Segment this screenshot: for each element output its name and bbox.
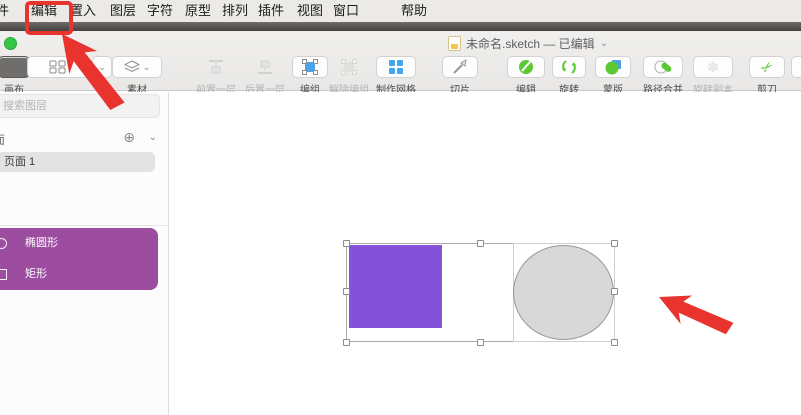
blue-grid-icon (389, 60, 404, 75)
search-input[interactable] (0, 94, 160, 118)
tool-bring-forward: 前置一层 (191, 56, 241, 96)
tool-cutoff-right[interactable] (791, 56, 801, 78)
collapse-pages-icon[interactable]: ⌄ (149, 132, 157, 143)
tool-rotate-copies: ✽ 旋转副本 (691, 56, 735, 96)
pages-header-label: 页面 (0, 131, 5, 148)
desktop-strip (0, 22, 801, 31)
grid-2x2-icon (49, 60, 67, 74)
group-selection-icon (302, 59, 318, 75)
gray-ellipse-shape[interactable] (513, 245, 614, 340)
ellipse-layer-icon (0, 238, 7, 249)
bring-forward-icon (207, 59, 225, 75)
page-item-1[interactable]: 页面 1 (0, 152, 155, 172)
selection-handle-top-left[interactable] (343, 240, 350, 247)
menu-view[interactable]: 视图 (297, 0, 323, 22)
selection-handle-bottom-left[interactable] (343, 339, 350, 346)
rotate-button[interactable] (552, 56, 586, 78)
assets-button[interactable]: ⌄ (112, 56, 162, 78)
layer-row-rectangle[interactable]: 矩形 (0, 259, 158, 290)
ungroup-selection-icon (341, 59, 357, 75)
rotate-copies-button: ✽ (693, 56, 733, 78)
layer-row-ellipse[interactable]: 椭圆形 (0, 228, 158, 259)
artboard-grid-button[interactable] (27, 56, 89, 78)
tool-ungroup: 解除编组 (324, 56, 374, 96)
knife-icon (452, 59, 468, 75)
slice-button[interactable] (442, 56, 478, 78)
layers-divider (0, 225, 169, 226)
path-merge-icon (654, 59, 672, 75)
canvas-dropdown-button[interactable]: ⌄ (92, 56, 112, 78)
purple-rectangle-shape[interactable] (349, 245, 442, 328)
send-backward-button (245, 56, 285, 78)
menu-edit[interactable]: 编辑 (31, 0, 57, 22)
canvas-area[interactable] (170, 92, 801, 415)
add-page-icon[interactable]: ⊕ (123, 129, 135, 146)
menu-prototype[interactable]: 原型 (185, 0, 211, 22)
group-button[interactable] (292, 56, 328, 78)
tool-send-backward: 后置一层 (240, 56, 290, 96)
make-grid-button[interactable] (376, 56, 416, 78)
layers-stack-icon (124, 60, 140, 74)
selected-layers-block: 椭圆形 矩形 (0, 228, 158, 290)
canvas-dark-button[interactable] (0, 56, 30, 78)
menu-insert[interactable]: 置入 (70, 0, 96, 22)
tool-edit[interactable]: 编辑 (507, 56, 545, 96)
mask-button[interactable] (595, 56, 631, 78)
boolean-ops-button[interactable] (643, 56, 683, 78)
selection-handle-mid-left[interactable] (343, 288, 350, 295)
document-title: 未命名.sketch — 已编辑 (466, 35, 595, 52)
tool-boolean-ops[interactable]: 路径合并 (636, 56, 690, 96)
tool-scissors[interactable]: ✂ 剪刀 (749, 56, 785, 96)
send-backward-icon (256, 59, 274, 75)
tool-rotate[interactable]: 旋转 (552, 56, 586, 96)
tool-artboard-grid[interactable] (27, 56, 89, 78)
menu-help[interactable]: 帮助 (401, 0, 427, 22)
selection-handle-bottom-right[interactable] (611, 339, 618, 346)
menu-text[interactable]: 字符 (147, 0, 173, 22)
rotate-arrows-icon (561, 59, 577, 75)
selection-handle-mid-right[interactable] (611, 288, 618, 295)
tool-mask[interactable]: 蒙版 (595, 56, 631, 96)
menu-window[interactable]: 窗口 (333, 0, 359, 22)
rectangle-layer-icon (0, 269, 7, 280)
scissors-icon: ✂ (758, 58, 776, 76)
rosette-icon: ✽ (707, 60, 719, 74)
tool-canvas-dropdown[interactable]: ⌄ (92, 56, 112, 78)
traffic-light-green[interactable] (4, 37, 17, 50)
selection-handle-top-mid[interactable] (477, 240, 484, 247)
menu-arrange[interactable]: 排列 (222, 0, 248, 22)
title-chevron-icon[interactable]: ⌄ (600, 38, 608, 49)
chevron-down-icon: ⌄ (143, 62, 151, 73)
menu-file[interactable]: 文件 (0, 0, 9, 22)
cutoff-right-button[interactable] (791, 56, 801, 78)
edit-pen-icon (518, 59, 534, 75)
mask-icon (605, 59, 622, 75)
tool-assets[interactable]: ⌄ 素材 (112, 56, 162, 96)
layers-sidebar: 页面 ⊕ ⌄ 页面 1 椭圆形 矩形 (0, 92, 169, 415)
menu-layer[interactable]: 图层 (110, 0, 136, 22)
selection-handle-bottom-mid[interactable] (477, 339, 484, 346)
pages-header: 页面 ⊕ ⌄ (0, 128, 169, 150)
tool-group[interactable]: 编组 (292, 56, 328, 96)
menu-bar: 文件 编辑 置入 图层 字符 原型 排列 插件 视图 窗口 帮助 (0, 0, 801, 22)
ungroup-button (329, 56, 369, 78)
menu-plugins[interactable]: 插件 (258, 0, 284, 22)
selection-handle-top-right[interactable] (611, 240, 618, 247)
edit-button[interactable] (507, 56, 545, 78)
document-icon (448, 36, 461, 51)
chevron-down-icon: ⌄ (98, 62, 106, 73)
tool-make-grid[interactable]: 制作网格 (374, 56, 418, 96)
document-title-area[interactable]: 未命名.sketch — 已编辑 ⌄ (448, 35, 608, 52)
tool-slice[interactable]: 切片 (442, 56, 478, 96)
window-titlebar: 未命名.sketch — 已编辑 ⌄ 画布 ⌄ (0, 31, 801, 91)
bring-forward-button (196, 56, 236, 78)
scissors-button[interactable]: ✂ (749, 56, 785, 78)
